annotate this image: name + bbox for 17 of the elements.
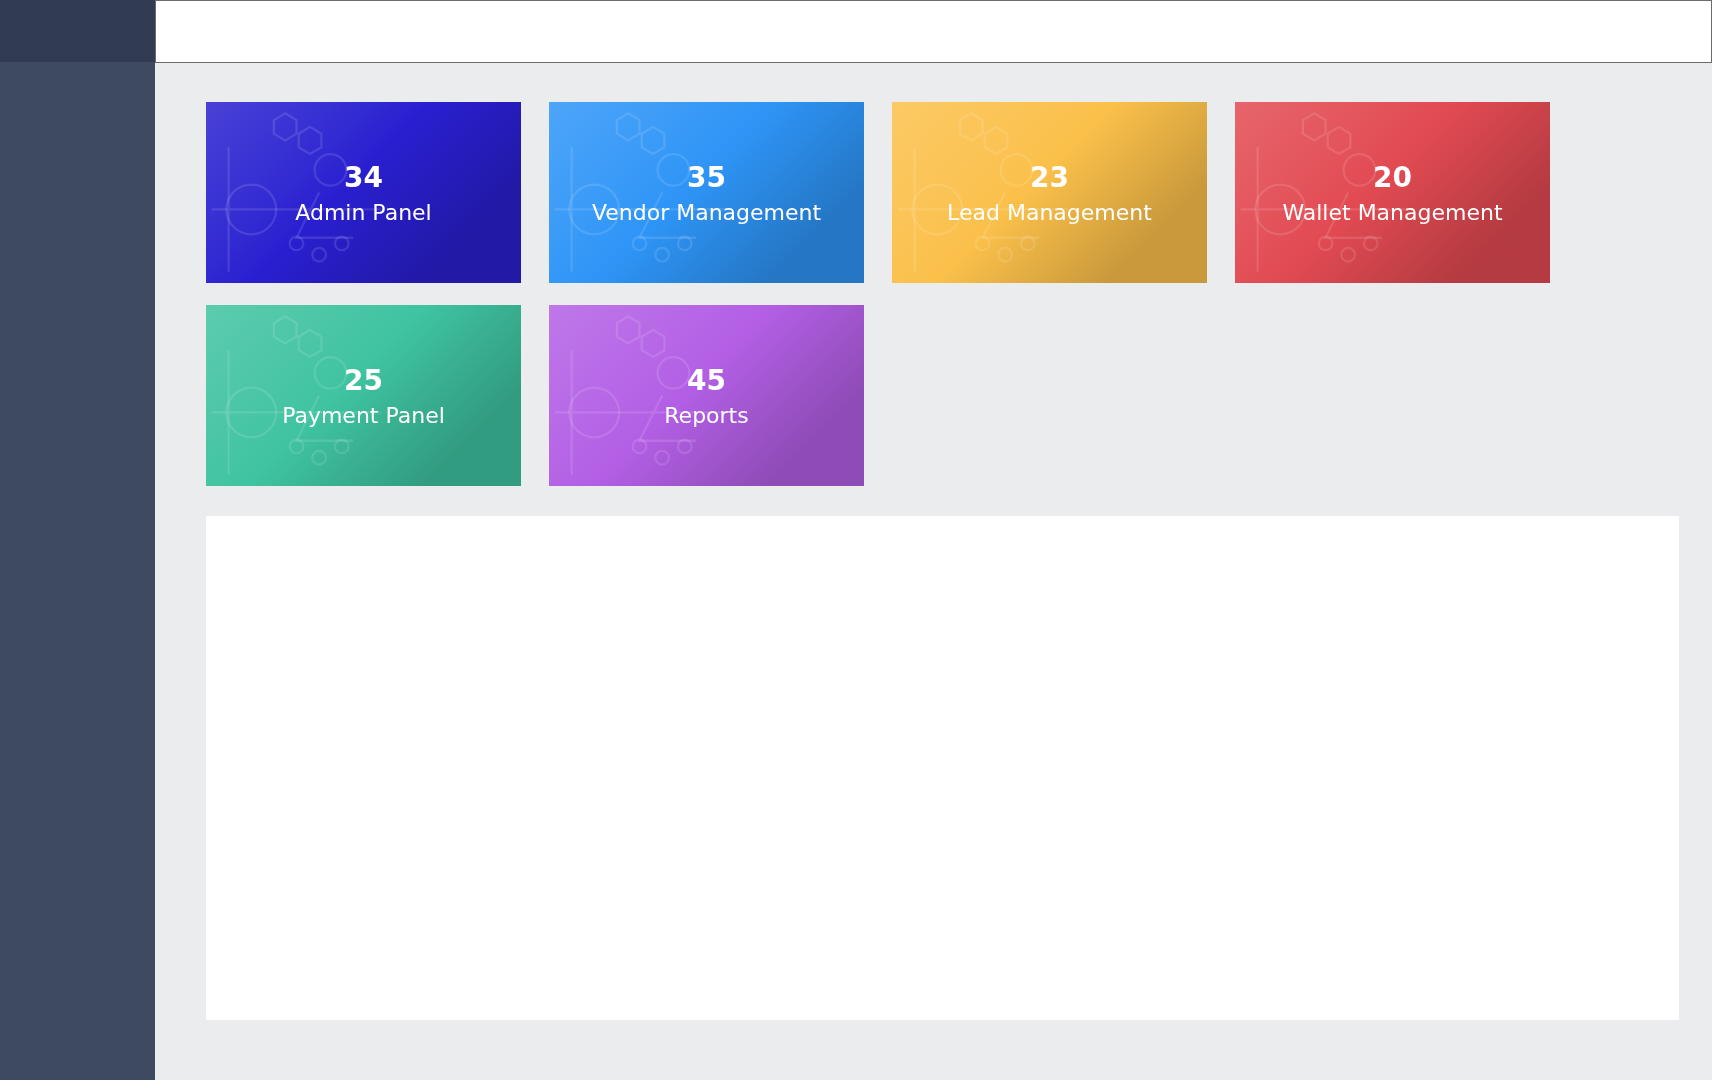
- stat-card[interactable]: 35 Vendor Management: [549, 102, 864, 283]
- card-count: 34: [344, 160, 383, 194]
- card-count: 25: [344, 363, 383, 397]
- card-title: Lead Management: [947, 199, 1152, 225]
- card-count: 23: [1030, 160, 1069, 194]
- card-title: Wallet Management: [1282, 199, 1503, 225]
- card-count: 20: [1373, 160, 1412, 194]
- card-count: 45: [687, 363, 726, 397]
- card-title: Payment Panel: [282, 402, 445, 428]
- card-title: Vendor Management: [591, 199, 822, 225]
- card-count: 35: [687, 160, 726, 194]
- stat-card[interactable]: 25 Payment Panel: [206, 305, 521, 486]
- stat-card[interactable]: 34 Admin Panel: [206, 102, 521, 283]
- card-title: Admin Panel: [295, 199, 432, 225]
- stat-card[interactable]: 20 Wallet Management: [1235, 102, 1550, 283]
- card-title: Reports: [664, 402, 749, 428]
- stat-card[interactable]: 45 Reports: [549, 305, 864, 486]
